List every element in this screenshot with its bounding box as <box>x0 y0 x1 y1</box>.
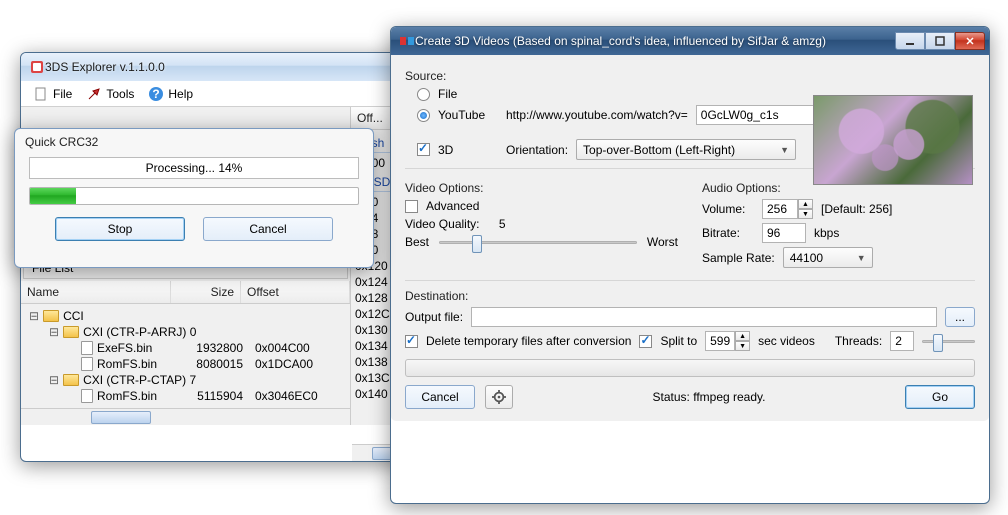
col-name[interactable]: Name <box>21 281 171 303</box>
app-icon <box>29 59 45 75</box>
settings-button[interactable] <box>485 385 513 409</box>
source-file-radio[interactable] <box>417 88 430 101</box>
h-scrollbar[interactable] <box>21 408 350 425</box>
bitrate-input[interactable]: 96 <box>762 223 806 243</box>
threads-input[interactable]: 2 <box>890 331 914 351</box>
quality-value: 5 <box>499 217 506 231</box>
3d-label: 3D <box>438 143 498 157</box>
tree-node-cxi7[interactable]: ⊟CXI (CTR-P-CTAP) 7 <box>25 372 346 388</box>
spin-down-icon[interactable]: ▼ <box>798 209 813 219</box>
crc-progressbar <box>29 187 359 205</box>
youtube-url-prefix: http://www.youtube.com/watch?v= <box>506 108 688 122</box>
source-youtube-label: YouTube <box>438 108 498 122</box>
maximize-button[interactable] <box>925 32 955 50</box>
chevron-down-icon: ▼ <box>780 145 789 155</box>
volume-default: [Default: 256] <box>821 202 892 216</box>
svg-text:?: ? <box>153 87 160 101</box>
tree-node-cxi0[interactable]: ⊟CXI (CTR-P-ARRJ) 0 <box>25 324 346 340</box>
crc-status: Processing... 14% <box>29 157 359 179</box>
menu-file-label: File <box>53 87 72 101</box>
tree-file[interactable]: RomFS.bin80800150x1DCA00 <box>25 356 346 372</box>
quality-label: Video Quality: <box>405 217 480 231</box>
help-icon: ? <box>148 86 164 102</box>
advanced-label: Advanced <box>426 199 479 213</box>
split-spinner[interactable]: 599▲▼ <box>705 331 750 351</box>
delete-tmp-checkbox[interactable] <box>405 335 418 348</box>
youtube-id-input[interactable]: 0GcLW0g_c1s <box>696 105 816 125</box>
menu-help-label: Help <box>168 87 193 101</box>
browse-button[interactable]: ... <box>945 307 975 327</box>
scrollbar-thumb[interactable] <box>91 411 151 424</box>
file-icon <box>81 341 93 355</box>
volume-spinner[interactable]: 256▲▼ <box>762 199 813 219</box>
orientation-dropdown[interactable]: Top-over-Bottom (Left-Right) ▼ <box>576 139 796 160</box>
slider-thumb[interactable] <box>933 334 943 352</box>
delete-tmp-label: Delete temporary files after conversion <box>426 334 631 348</box>
threads-slider[interactable] <box>922 340 975 343</box>
folder-icon <box>63 374 79 386</box>
c3d-titlebar[interactable]: Create 3D Videos (Based on spinal_cord's… <box>391 27 989 55</box>
close-button[interactable] <box>955 32 985 50</box>
3d-checkbox[interactable] <box>417 143 430 156</box>
bitrate-unit: kbps <box>814 226 839 240</box>
samplerate-dropdown[interactable]: 44100▼ <box>783 247 873 268</box>
cancel-button[interactable]: Cancel <box>203 217 333 241</box>
video-options-label: Video Options: <box>405 181 678 195</box>
folder-icon <box>43 310 59 322</box>
chevron-down-icon: ▼ <box>857 253 866 263</box>
file-tree[interactable]: ⊟CCI ⊟CXI (CTR-P-ARRJ) 0 ExeFS.bin193280… <box>21 304 350 408</box>
menu-help[interactable]: ? Help <box>142 84 199 104</box>
best-label: Best <box>405 235 429 249</box>
conversion-progressbar <box>405 359 975 377</box>
source-file-label: File <box>438 87 457 101</box>
tree-file[interactable]: ExeFS.bin19328000x004C00 <box>25 340 346 356</box>
bitrate-label: Bitrate: <box>702 226 754 240</box>
stop-button[interactable]: Stop <box>55 217 185 241</box>
destination-label: Destination: <box>405 289 975 303</box>
col-size[interactable]: Size <box>171 281 241 303</box>
video-preview <box>813 95 973 185</box>
tree-node-cci[interactable]: ⊟CCI <box>25 308 346 324</box>
split-checkbox[interactable] <box>639 335 652 348</box>
crc-progress-fill <box>30 188 76 204</box>
folder-icon <box>63 326 79 338</box>
gear-icon <box>492 390 506 404</box>
sec-videos-label: sec videos <box>758 334 815 348</box>
spin-down-icon[interactable]: ▼ <box>735 341 750 351</box>
file-icon <box>33 86 49 102</box>
c3d-title: Create 3D Videos (Based on spinal_cord's… <box>415 34 895 48</box>
source-label: Source: <box>405 69 975 83</box>
quality-slider[interactable] <box>439 241 637 244</box>
source-youtube-radio[interactable] <box>417 109 430 122</box>
menu-tools[interactable]: Tools <box>80 84 140 104</box>
advanced-checkbox[interactable] <box>405 200 418 213</box>
crc-title: Quick CRC32 <box>15 129 373 153</box>
output-label: Output file: <box>405 310 463 324</box>
spin-up-icon[interactable]: ▲ <box>798 199 813 209</box>
worst-label: Worst <box>647 235 678 249</box>
app-icon <box>399 33 415 49</box>
file-icon <box>81 357 93 371</box>
col-offset[interactable]: Offset <box>241 281 350 303</box>
menu-tools-label: Tools <box>106 87 134 101</box>
samplerate-label: Sample Rate: <box>702 251 775 265</box>
menu-file[interactable]: File <box>27 84 78 104</box>
orientation-label: Orientation: <box>506 143 568 157</box>
spin-up-icon[interactable]: ▲ <box>735 331 750 341</box>
output-file-input[interactable] <box>471 307 937 327</box>
file-icon <box>81 389 93 403</box>
go-button[interactable]: Go <box>905 385 975 409</box>
status-text: Status: ffmpeg ready. <box>523 390 895 404</box>
cancel-button[interactable]: Cancel <box>405 385 475 409</box>
create3d-window: Create 3D Videos (Based on spinal_cord's… <box>390 26 990 504</box>
crc-dialog: Quick CRC32 Processing... 14% Stop Cance… <box>14 128 374 268</box>
threads-label: Threads: <box>835 334 882 348</box>
tools-icon <box>86 86 102 102</box>
slider-thumb[interactable] <box>472 235 482 253</box>
tree-file[interactable]: RomFS.bin51159040x3046EC0 <box>25 388 346 404</box>
split-to-label: Split to <box>660 334 697 348</box>
minimize-button[interactable] <box>895 32 925 50</box>
volume-label: Volume: <box>702 202 754 216</box>
